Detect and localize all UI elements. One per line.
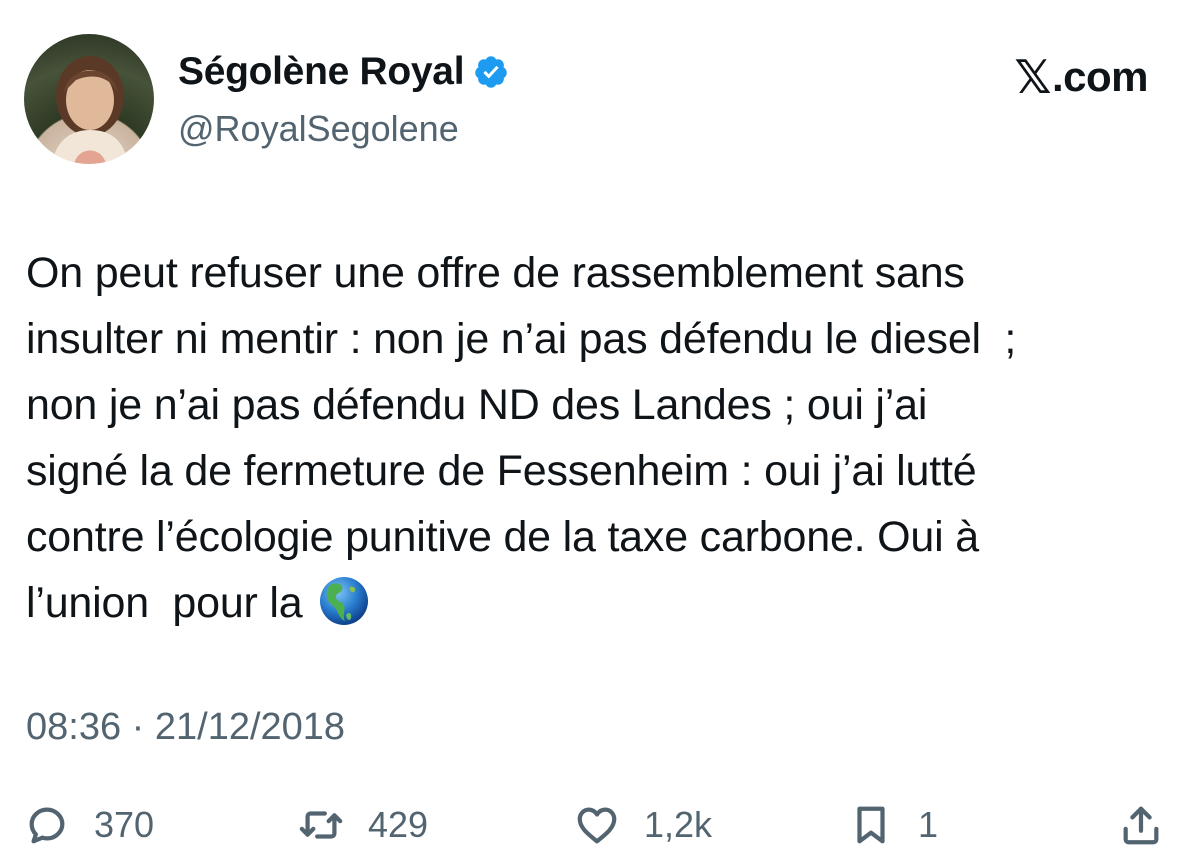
x-logo-icon: 𝕏: [1014, 50, 1051, 104]
tweet-text-content: On peut refuser une offre de rassembleme…: [26, 249, 1017, 627]
bookmark-count: 1: [918, 804, 939, 845]
brand-logo: 𝕏 .com: [1014, 50, 1148, 104]
tweet-timestamp[interactable]: 08:36 · 21/12/2018: [26, 706, 345, 749]
reply-icon: [29, 807, 65, 844]
avatar-portrait: [52, 56, 128, 164]
reply-count: 370: [94, 804, 155, 845]
like-count: 1,2k: [644, 804, 713, 845]
author-display-name[interactable]: Ségolène Royal: [178, 50, 465, 94]
share-button[interactable]: [1118, 790, 1164, 860]
bookmark-icon: [857, 806, 885, 844]
repost-count: 429: [368, 804, 429, 845]
tweet-actions-bar: 370 429 1,2k 1: [0, 790, 1200, 860]
share-icon: [1123, 806, 1159, 845]
repost-icon: [299, 811, 343, 839]
reply-button[interactable]: 370: [24, 790, 154, 860]
author-display-name-row: Ségolène Royal: [178, 50, 509, 94]
brand-domain: .com: [1051, 53, 1149, 100]
like-button[interactable]: 1,2k: [574, 790, 712, 860]
tweet-text: On peut refuser une offre de rassembleme…: [26, 240, 1186, 636]
globe-americas-icon: [320, 577, 369, 625]
verified-badge-icon: [475, 56, 507, 88]
author-handle[interactable]: @RoyalSegolene: [178, 108, 459, 150]
heart-icon: [577, 807, 617, 844]
repost-button[interactable]: 429: [298, 790, 428, 860]
avatar[interactable]: [24, 34, 154, 164]
bookmark-button[interactable]: 1: [848, 790, 938, 860]
